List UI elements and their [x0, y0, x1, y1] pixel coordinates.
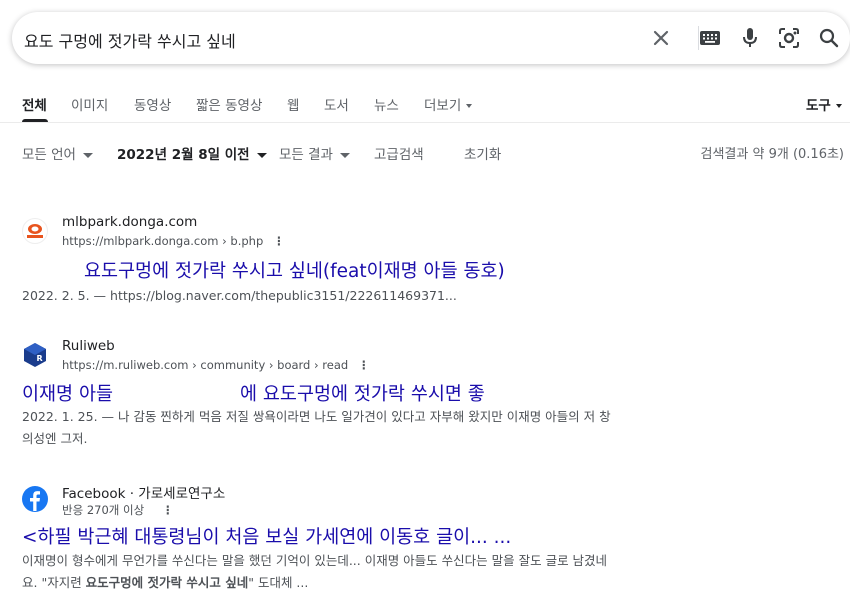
language-filter[interactable]: 모든 언어 — [22, 143, 93, 163]
tab-more[interactable]: 더보기 — [424, 94, 473, 114]
chevron-down-icon — [339, 152, 350, 158]
result-url[interactable]: https://m.ruliweb.com › community › boar… — [62, 358, 370, 372]
result-site-name[interactable]: Facebook · 가로세로연구소 — [62, 482, 225, 502]
chevron-down-icon — [466, 104, 473, 108]
snippet-text: " 도대체 ... — [248, 575, 309, 590]
svg-text:R: R — [37, 354, 43, 363]
tab-news[interactable]: 뉴스 — [374, 94, 399, 114]
results-filter[interactable]: 모든 결과 — [279, 143, 350, 163]
result-snippet-line-2: 의성엔 그저. — [22, 431, 88, 446]
result-title-part-2[interactable]: 에 요도구멍에 젓가락 쑤시면 좋 — [240, 380, 485, 406]
lens-icon[interactable] — [777, 26, 801, 50]
tab-web[interactable]: 웹 — [287, 94, 299, 114]
tab-books[interactable]: 도서 — [324, 94, 349, 114]
more-options-icon[interactable]: ⋮ — [358, 358, 370, 372]
mic-icon[interactable] — [738, 26, 762, 50]
tab-more-label: 더보기 — [424, 98, 462, 114]
search-result: Facebook · 가로세로연구소 반응 270개 이상 ⋮ <하필 박근혜 대… — [22, 482, 672, 602]
tools-filters: 모든 언어 2022년 2월 8일 이전 모든 결과 고급검색 초기화 검색결과… — [0, 143, 850, 163]
snippet-text: 요. "자지련 — [22, 575, 86, 590]
result-snippet: 이재명이 형수에게 무언가를 쑤신다는 말을 했던 기억이 있는데... 이재명… — [22, 550, 672, 594]
tools-label: 도구 — [806, 98, 831, 114]
result-snippet-line-1: 2022. 1. 25. — 나 감동 찐하게 먹음 저질 쌍욕이라면 나도 일… — [22, 409, 611, 424]
result-snippet-line-2: 요. "자지련 요도구멍에 젓가락 쑤시고 싶네" 도대체 ... — [22, 572, 672, 594]
tab-all[interactable]: 전체 — [22, 94, 47, 114]
search-bar[interactable]: 요도 구멍에 젓가락 쑤시고 싶네 — [12, 12, 850, 64]
keyboard-icon[interactable] — [698, 26, 722, 50]
search-result: mlbpark.donga.com https://mlbpark.donga.… — [22, 214, 672, 304]
search-input[interactable]: 요도 구멍에 젓가락 쑤시고 싶네 — [24, 28, 236, 52]
date-filter-label: 2022년 2월 8일 이전 — [117, 147, 250, 163]
tab-images[interactable]: 이미지 — [71, 94, 108, 114]
divider — [0, 122, 850, 123]
result-url-text: https://m.ruliweb.com › community › boar… — [62, 358, 349, 372]
facebook-logo-icon — [22, 486, 48, 512]
tab-videos[interactable]: 동영상 — [134, 94, 171, 114]
result-reactions-text: 반응 270개 이상 — [62, 503, 145, 517]
chevron-down-icon — [82, 152, 93, 158]
advanced-search-link[interactable]: 고급검색 — [374, 143, 424, 163]
ruliweb-logo-icon: R — [22, 342, 48, 368]
language-filter-label: 모든 언어 — [22, 147, 76, 163]
result-title-part-1[interactable]: 이재명 아들 — [22, 380, 113, 406]
chevron-down-icon — [256, 152, 267, 158]
more-options-icon[interactable]: ⋮ — [162, 503, 174, 517]
snippet-highlight: 요도구멍에 젓가락 쑤시고 싶네 — [85, 575, 249, 590]
mlbpark-logo-icon — [22, 218, 48, 244]
result-snippet: 2022. 2. 5. — https://blog.naver.com/the… — [22, 288, 457, 303]
more-options-icon[interactable]: ⋮ — [273, 234, 285, 248]
result-title[interactable]: 요도구멍에 젓가락 쑤시고 싶네(feat이재명 아들 동호) — [84, 257, 505, 283]
search-result: R Ruliweb https://m.ruliweb.com › commun… — [22, 338, 672, 458]
search-tabs: 전체 이미지 동영상 짧은 동영상 웹 도서 뉴스 더보기 도구 — [0, 84, 850, 122]
result-site-name[interactable]: Ruliweb — [62, 338, 115, 354]
result-snippet-line-1: 이재명이 형수에게 무언가를 쑤신다는 말을 했던 기억이 있는데... 이재명… — [22, 553, 608, 568]
result-site-name[interactable]: mlbpark.donga.com — [62, 214, 197, 230]
chevron-down-icon — [835, 104, 842, 108]
tools-button[interactable]: 도구 — [806, 94, 842, 114]
search-icon[interactable] — [817, 26, 841, 50]
tab-short-videos[interactable]: 짧은 동영상 — [196, 94, 262, 114]
result-url-text: https://mlbpark.donga.com › b.php — [62, 234, 264, 248]
result-stats: 검색결과 약 9개 (0.16초) — [700, 147, 844, 162]
date-filter[interactable]: 2022년 2월 8일 이전 — [117, 143, 267, 163]
result-snippet: 2022. 1. 25. — 나 감동 찐하게 먹음 저질 쌍욕이라면 나도 일… — [22, 406, 672, 450]
result-title[interactable]: <하필 박근혜 대통령님이 처음 보실 가세연에 이동호 글이... ... — [22, 523, 511, 549]
close-icon[interactable] — [649, 26, 673, 50]
result-url[interactable]: https://mlbpark.donga.com › b.php ⋮ — [62, 234, 285, 248]
result-reactions[interactable]: 반응 270개 이상 ⋮ — [62, 502, 174, 518]
results-filter-label: 모든 결과 — [279, 147, 333, 163]
reset-link[interactable]: 초기화 — [464, 143, 501, 163]
